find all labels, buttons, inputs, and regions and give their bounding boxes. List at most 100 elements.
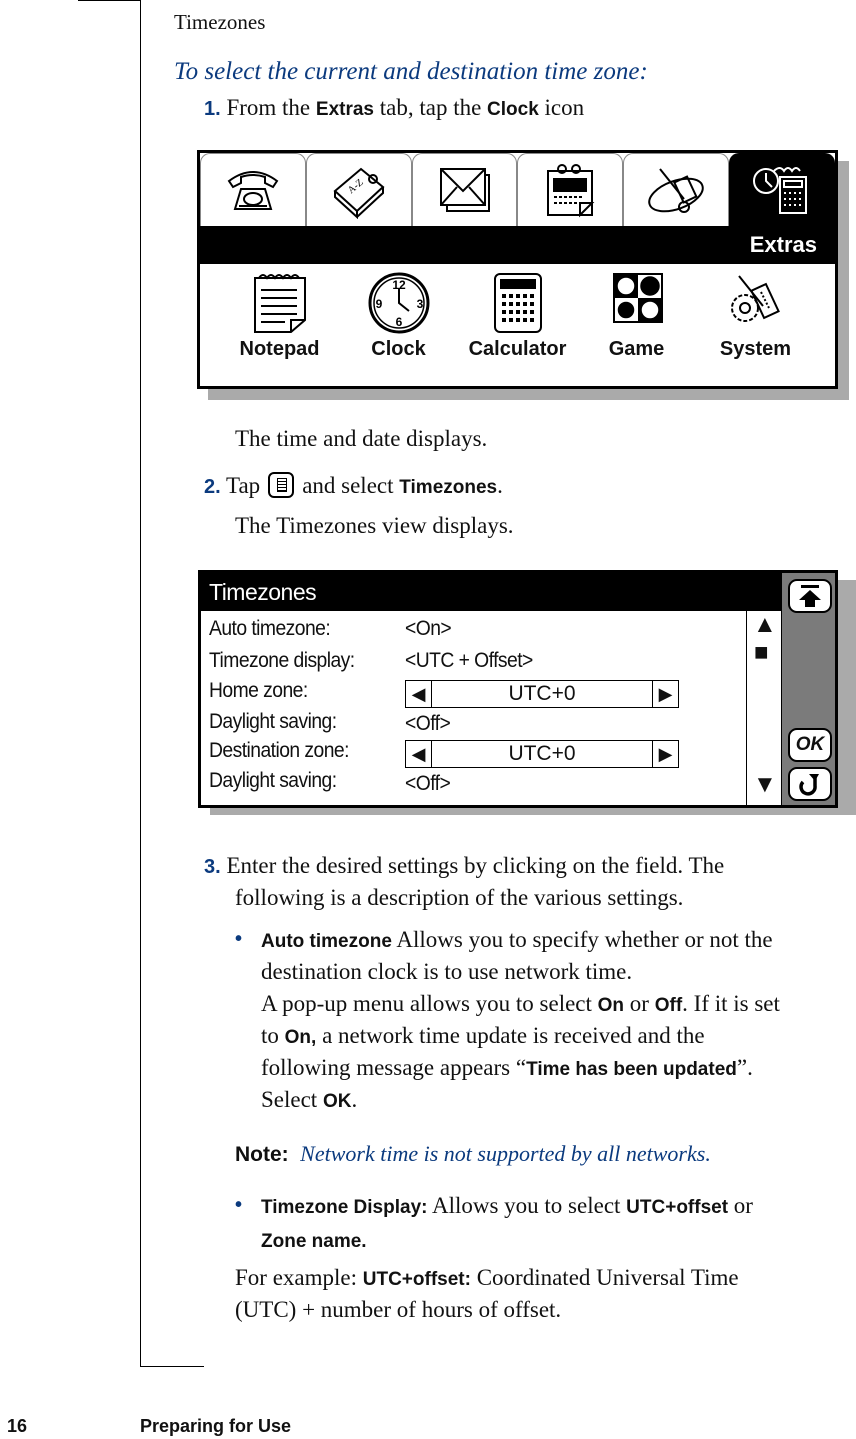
ui-term-timezones: Timezones	[399, 477, 498, 498]
label-daylight-saving-destination: Daylight saving:	[209, 769, 337, 792]
bullet-line: following message appears “Time has been…	[261, 1052, 753, 1085]
tab-messages[interactable]	[411, 153, 518, 226]
label-timezone-display: Timezone display:	[209, 649, 355, 672]
tab-extras[interactable]	[729, 153, 835, 226]
destination-zone-spinner: ◀ UTC+0 ▶	[405, 740, 679, 768]
spinner-right-arrow[interactable]: ▶	[652, 681, 678, 707]
tab-calendar[interactable]	[517, 153, 624, 226]
timezones-screen: Timezones Auto timezone: <On> Timezone d…	[198, 570, 838, 808]
ui-term: Auto timezone	[261, 931, 392, 952]
ui-term: On,	[284, 1027, 317, 1048]
bullet-line: destination clock is to use network time…	[261, 959, 633, 984]
step-text: Tap	[226, 473, 261, 498]
value-timezone-display[interactable]: <UTC + Offset>	[405, 649, 533, 673]
app-game[interactable]: Game	[582, 264, 692, 386]
scrollbar[interactable]: ▲ ■ ▼	[746, 611, 783, 805]
value-auto-timezone[interactable]: <On>	[405, 617, 452, 641]
step-text: icon	[538, 95, 585, 120]
timezones-title: Timezones	[201, 573, 783, 611]
note-text: Network time is not supported by all net…	[300, 1141, 711, 1166]
text: following message appears “	[261, 1055, 527, 1080]
home-zone-value[interactable]: UTC+0	[432, 681, 652, 707]
ui-term: UTC+offset	[626, 1197, 729, 1218]
app-calculator[interactable]: Calculator	[463, 264, 573, 386]
side-button-panel: OK	[781, 573, 835, 805]
ui-term-extras: Extras	[315, 99, 374, 120]
bullet-text: Allows you to specify whether or not the	[391, 927, 773, 952]
bullet-auto-timezone: • Auto timezone Allows you to specify wh…	[235, 924, 773, 957]
scroll-down-arrow[interactable]: ▼	[753, 773, 777, 797]
bullet-line: Select OK.	[261, 1084, 357, 1117]
step-1-result: The time and date displays.	[235, 426, 488, 451]
ui-term: Zone name.	[261, 1231, 367, 1252]
app-clock[interactable]: 12 3 6 9 Clock	[344, 264, 454, 386]
system-icon	[730, 275, 780, 322]
step-number: 1.	[204, 98, 221, 120]
text: For example:	[235, 1265, 363, 1290]
svg-text:6: 6	[395, 315, 402, 329]
page-number: 16	[7, 1416, 28, 1436]
telephone-icon	[227, 171, 279, 210]
bullet-text: or	[728, 1193, 753, 1218]
bullet-line: to On, a network time update is received…	[261, 1020, 705, 1053]
tab-title-bar: Extras	[200, 226, 835, 264]
text: A pop-up menu allows you to select	[261, 991, 598, 1016]
svg-text:9: 9	[375, 297, 382, 311]
spinner-left-arrow[interactable]: ◀	[406, 681, 432, 707]
game-icon	[612, 273, 663, 323]
bullet-line: Zone name.	[261, 1224, 367, 1257]
margin-line-top	[78, 0, 140, 1]
app-label: Calculator	[468, 338, 567, 360]
text: a network time update is received and th…	[316, 1023, 705, 1048]
tab-contacts[interactable]: A-Z	[305, 153, 412, 226]
step-1: 1. From the Extras tab, tap the Clock ic…	[204, 92, 584, 125]
envelope-icon	[439, 168, 490, 212]
app-tabs: A-Z	[200, 153, 835, 226]
tab-phone[interactable]	[200, 153, 306, 226]
app-label: Game	[608, 338, 665, 360]
bullet-icon: •	[235, 1194, 243, 1216]
procedure-heading: To select the current and destination ti…	[174, 58, 648, 85]
value-daylight-saving-home[interactable]: <Off>	[405, 712, 451, 736]
text: Select	[261, 1087, 323, 1112]
value-daylight-saving-destination[interactable]: <Off>	[405, 772, 451, 796]
scroll-top-icon	[799, 585, 821, 607]
label-daylight-saving-home: Daylight saving:	[209, 710, 337, 733]
tab-tools[interactable]	[623, 153, 730, 226]
example-line-1: For example: UTC+offset: Coordinated Uni…	[235, 1262, 739, 1295]
scroll-up-arrow[interactable]: ▲	[753, 613, 777, 637]
ok-button[interactable]: OK	[788, 728, 832, 762]
scroll-top-button[interactable]	[788, 579, 832, 613]
menu-key-icon	[268, 472, 295, 498]
step-2-result: The Timezones view displays.	[235, 513, 514, 538]
step-text: From the	[226, 95, 316, 120]
step-3: 3. Enter the desired settings by clickin…	[204, 850, 724, 883]
step-text: tab, tap the	[374, 95, 488, 120]
step-text: Enter the desired settings by clicking o…	[226, 853, 725, 878]
ui-term: Time has been updated	[526, 1059, 737, 1080]
note-label: Note:	[235, 1143, 289, 1166]
app-label: Notepad	[239, 338, 320, 360]
phone-tools-icon	[648, 168, 704, 213]
label-auto-timezone: Auto timezone:	[209, 617, 331, 640]
ui-term: Off	[654, 995, 683, 1016]
calculator-icon	[493, 273, 542, 333]
label-destination-zone: Destination zone:	[209, 739, 349, 762]
bullet-timezone-display: • Timezone Display: Allows you to select…	[235, 1190, 753, 1223]
section-heading: Timezones	[174, 10, 266, 34]
extras-screen: A-Z Extras Notepad 12 3 6 9 Clock Calcul…	[197, 150, 838, 389]
text: ”.	[736, 1055, 753, 1080]
text: to	[261, 1023, 285, 1048]
app-system[interactable]: System	[701, 264, 811, 386]
app-label: System	[719, 338, 792, 360]
spinner-right-arrow[interactable]: ▶	[652, 741, 678, 767]
app-notepad[interactable]: Notepad	[225, 264, 335, 386]
destination-zone-value[interactable]: UTC+0	[432, 741, 652, 767]
label-home-zone: Home zone:	[209, 679, 308, 702]
spinner-left-arrow[interactable]: ◀	[406, 741, 432, 767]
app-label: Clock	[371, 338, 426, 360]
clock-icon: 12 3 6 9	[368, 272, 429, 334]
scroll-thumb[interactable]: ■	[754, 641, 769, 665]
chapter-title: Preparing for Use	[140, 1416, 292, 1436]
back-button[interactable]	[788, 767, 832, 801]
